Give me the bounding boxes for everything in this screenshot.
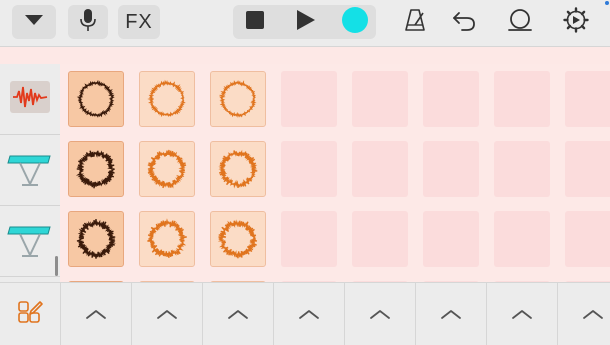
- chevron-up-icon: [228, 310, 248, 319]
- empty-clip-slot[interactable]: [494, 211, 550, 267]
- clip-cell[interactable]: [210, 211, 266, 267]
- record-button[interactable]: [338, 5, 372, 39]
- empty-clip-slot[interactable]: [494, 71, 550, 127]
- waveform-icon: [218, 149, 258, 189]
- column-launch-button[interactable]: [274, 283, 345, 345]
- chevron-up-icon: [157, 310, 177, 319]
- clip-cell[interactable]: [139, 141, 195, 197]
- chevron-up-icon: [441, 310, 461, 319]
- clip-cell[interactable]: [68, 141, 124, 197]
- waveform-icon: [75, 150, 115, 189]
- clip-cell[interactable]: [139, 71, 195, 127]
- waveform-icon: [218, 80, 257, 118]
- empty-clip-slot[interactable]: [423, 71, 479, 127]
- empty-clip-slot[interactable]: [281, 71, 337, 127]
- track-header-2[interactable]: [0, 135, 60, 206]
- track-scroll-handle[interactable]: [55, 256, 58, 276]
- fx-button[interactable]: FX: [118, 5, 160, 39]
- fx-label: FX: [125, 10, 153, 33]
- column-launch-button[interactable]: [558, 283, 610, 345]
- loop-button[interactable]: [502, 5, 538, 39]
- play-icon: [294, 9, 316, 36]
- waveform-icon: [76, 218, 116, 259]
- empty-clip-slot[interactable]: [281, 211, 337, 267]
- chevron-up-icon: [86, 310, 106, 319]
- clip-cell[interactable]: [210, 141, 266, 197]
- chevron-down-icon: [24, 13, 44, 31]
- empty-clip-slot[interactable]: [565, 141, 610, 197]
- menu-button[interactable]: [12, 5, 56, 39]
- metronome-button[interactable]: [399, 5, 431, 39]
- clip-cell[interactable]: [139, 211, 195, 267]
- track-header-3[interactable]: [0, 206, 60, 277]
- clip-cell[interactable]: [68, 211, 124, 267]
- waveform-icon: [147, 79, 186, 118]
- column-launch-button[interactable]: [203, 283, 274, 345]
- stop-button[interactable]: [240, 5, 270, 39]
- edit-grid-icon: [16, 298, 44, 331]
- clip-cell[interactable]: [68, 71, 124, 127]
- empty-clip-slot[interactable]: [494, 141, 550, 197]
- chevron-up-icon: [512, 310, 532, 319]
- clip-grid: [60, 64, 610, 282]
- metronome-icon: [403, 8, 427, 37]
- column-launch-button[interactable]: [61, 283, 132, 345]
- empty-clip-slot[interactable]: [281, 141, 337, 197]
- clip-cell[interactable]: [210, 71, 266, 127]
- column-launch-button[interactable]: [487, 283, 558, 345]
- top-toolbar: FX: [0, 0, 610, 47]
- waveform-icon: [147, 149, 187, 189]
- play-button[interactable]: [288, 5, 322, 39]
- column-launch-button[interactable]: [345, 283, 416, 345]
- column-launch-button[interactable]: [416, 283, 487, 345]
- waveform-icon: [217, 219, 258, 259]
- undo-button[interactable]: [448, 5, 480, 39]
- empty-clip-slot[interactable]: [423, 141, 479, 197]
- microphone-button[interactable]: [68, 5, 108, 39]
- track-header-1[interactable]: [0, 64, 60, 135]
- edit-grid-button[interactable]: [0, 283, 61, 345]
- keyboard-icon: [6, 148, 54, 193]
- column-launch-button[interactable]: [132, 283, 203, 345]
- stop-icon: [245, 10, 265, 35]
- track-list: [0, 64, 61, 282]
- empty-clip-slot[interactable]: [565, 71, 610, 127]
- microphone-icon: [79, 8, 97, 37]
- status-dot: [605, 1, 609, 5]
- empty-clip-slot[interactable]: [565, 211, 610, 267]
- waveform-icon: [147, 218, 187, 258]
- chevron-up-icon: [583, 310, 603, 319]
- empty-clip-slot[interactable]: [352, 71, 408, 127]
- loop-icon: [506, 8, 534, 37]
- chevron-up-icon: [370, 310, 390, 319]
- empty-clip-slot[interactable]: [352, 141, 408, 197]
- chevron-up-icon: [299, 310, 319, 319]
- bottom-bar: [0, 282, 610, 345]
- waveform-icon: [76, 79, 115, 118]
- record-icon: [341, 6, 369, 39]
- settings-button[interactable]: [560, 5, 592, 39]
- waveform-icon: [10, 80, 50, 118]
- gear-icon: [563, 6, 589, 38]
- keyboard-icon: [6, 219, 54, 264]
- empty-clip-slot[interactable]: [352, 211, 408, 267]
- empty-clip-slot[interactable]: [423, 211, 479, 267]
- undo-icon: [452, 9, 476, 36]
